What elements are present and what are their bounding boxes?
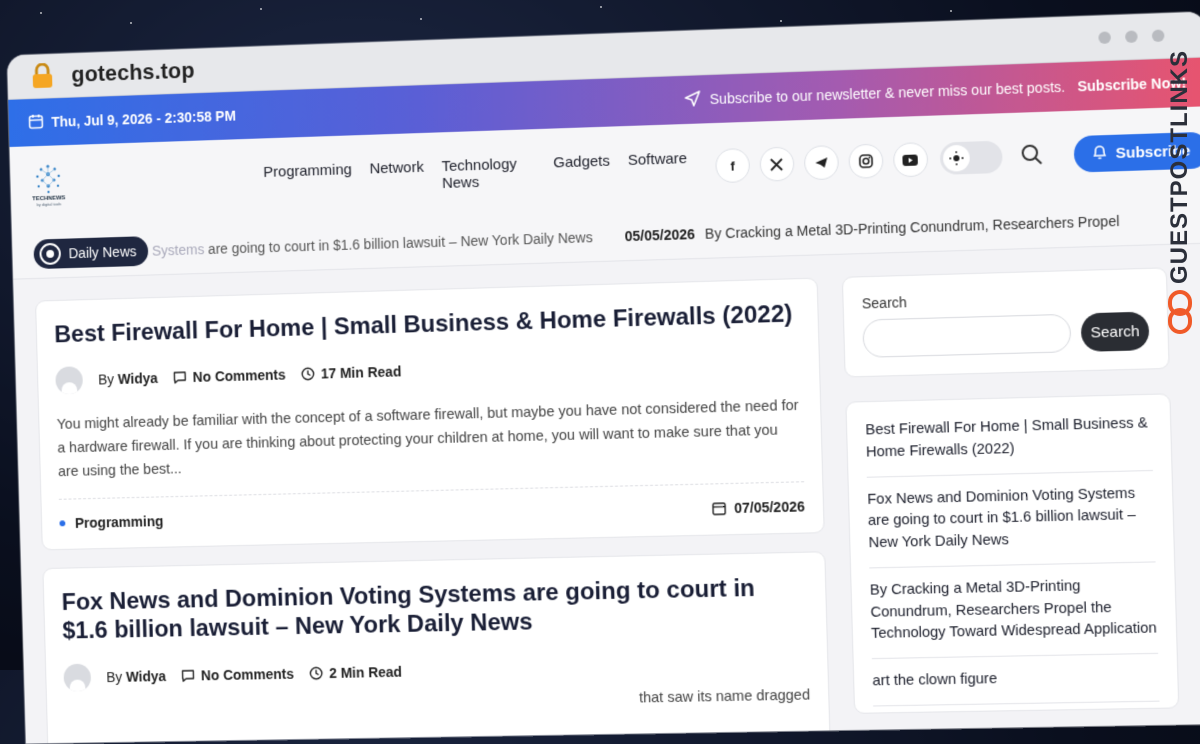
ticker-date: 05/05/2026 xyxy=(624,226,695,244)
page-content: Best Firewall For Home | Small Business … xyxy=(13,244,1200,744)
post-author[interactable]: By Widya xyxy=(98,370,158,387)
comment-icon xyxy=(173,371,187,385)
lock-icon xyxy=(29,62,57,91)
clock-icon xyxy=(309,666,323,680)
post-title[interactable]: Best Firewall For Home | Small Business … xyxy=(54,299,800,349)
post-category[interactable]: Programming xyxy=(59,513,163,531)
post-meta: By Widya No Comments 17 Min Read xyxy=(55,347,801,395)
post-comments[interactable]: No Comments xyxy=(181,665,294,683)
nav-item-gadgets[interactable]: Gadgets xyxy=(553,153,611,189)
bullet-icon xyxy=(59,520,65,526)
window-dot[interactable] xyxy=(1125,30,1138,43)
nav-item-software[interactable]: Software xyxy=(628,150,688,186)
instagram-icon[interactable] xyxy=(848,144,883,179)
recent-post-link[interactable]: Best Firewall For Home | Small Business … xyxy=(865,401,1153,477)
x-icon[interactable] xyxy=(759,146,794,181)
window-dot[interactable] xyxy=(1152,29,1165,42)
ticker-item[interactable]: Systems are going to court in $1.6 billi… xyxy=(152,229,593,258)
url-text[interactable]: gotechs.top xyxy=(71,58,195,88)
facebook-icon[interactable]: f xyxy=(715,148,750,183)
record-icon xyxy=(39,243,61,265)
recent-post-link[interactable]: By Cracking a Metal 3D-Printing Conundru… xyxy=(869,562,1158,659)
daily-news-badge: Daily News xyxy=(33,236,148,269)
post-read-time: 17 Min Read xyxy=(301,364,401,383)
newsletter-promo: Subscribe to our newsletter & never miss… xyxy=(683,72,1186,111)
avatar xyxy=(63,663,91,691)
link-icon xyxy=(1167,290,1193,339)
avatar xyxy=(55,366,83,394)
nav-item-technology-news[interactable]: Technology News xyxy=(441,155,536,192)
post-footer: Programming 07/05/2026 xyxy=(59,481,805,531)
datetime-text: Thu, Jul 9, 2026 - 2:30:58 PM xyxy=(51,108,236,130)
theme-toggle[interactable] xyxy=(940,141,1003,175)
watermark-text: GUESTPOSTLINKS xyxy=(1166,50,1194,284)
sidebar: Search Search Best Firewall For Home | S… xyxy=(842,267,1181,743)
post-title[interactable]: Fox News and Dominion Voting Systems are… xyxy=(61,573,808,646)
recent-posts-widget: Best Firewall For Home | Small Business … xyxy=(845,393,1179,713)
post-card: Fox News and Dominion Voting Systems are… xyxy=(42,551,830,743)
send-icon xyxy=(683,89,702,111)
social-links: f xyxy=(715,142,928,183)
calendar-icon xyxy=(28,113,44,132)
search-button[interactable]: Search xyxy=(1081,312,1150,352)
browser-window: gotechs.top Thu, Jul 9, 2026 - 2:30:58 P… xyxy=(7,12,1200,744)
newsletter-text: Subscribe to our newsletter & never miss… xyxy=(709,79,1065,107)
post-card: Best Firewall For Home | Small Business … xyxy=(35,278,825,551)
search-label: Search xyxy=(862,287,1149,311)
telegram-icon[interactable] xyxy=(804,145,839,180)
window-controls xyxy=(1098,29,1164,44)
datetime: Thu, Jul 9, 2026 - 2:30:58 PM xyxy=(28,106,236,132)
main-nav: Programming Network Technology News Gadg… xyxy=(263,150,688,198)
nav-item-network[interactable]: Network xyxy=(369,159,424,195)
bell-icon xyxy=(1093,143,1108,164)
window-dot[interactable] xyxy=(1098,31,1111,44)
post-read-time: 2 Min Read xyxy=(309,663,402,681)
post-excerpt: that saw its name dragged xyxy=(64,684,810,721)
logo-icon xyxy=(32,162,64,194)
clock-icon xyxy=(301,367,315,381)
recent-post-link[interactable]: Fox News and Dominion Voting Systems are… xyxy=(867,470,1156,568)
sun-icon xyxy=(943,145,970,172)
post-date: 07/05/2026 xyxy=(712,498,805,516)
ticker-item[interactable]: By Cracking a Metal 3D-Printing Conundru… xyxy=(705,213,1120,242)
site-logo[interactable]: TECHNEWS by digital tools xyxy=(31,162,66,214)
recent-post-link[interactable]: art the clown figure xyxy=(872,654,1160,706)
search-input[interactable] xyxy=(862,314,1071,358)
search-icon[interactable] xyxy=(1020,143,1044,168)
badge-label: Daily News xyxy=(68,243,136,261)
post-excerpt: You might already be familiar with the c… xyxy=(57,395,804,485)
nav-item-programming[interactable]: Programming xyxy=(263,161,352,198)
comment-icon xyxy=(181,668,195,682)
search-widget: Search Search xyxy=(842,267,1170,377)
logo-subtext: by digital tools xyxy=(37,201,62,207)
post-author[interactable]: By Widya xyxy=(106,668,166,685)
post-comments[interactable]: No Comments xyxy=(173,367,286,386)
youtube-icon[interactable] xyxy=(893,142,929,177)
calendar-icon xyxy=(712,501,726,515)
guestpostlinks-watermark: GUESTPOSTLINKS xyxy=(1160,50,1200,370)
post-list: Best Firewall For Home | Small Business … xyxy=(35,278,831,744)
